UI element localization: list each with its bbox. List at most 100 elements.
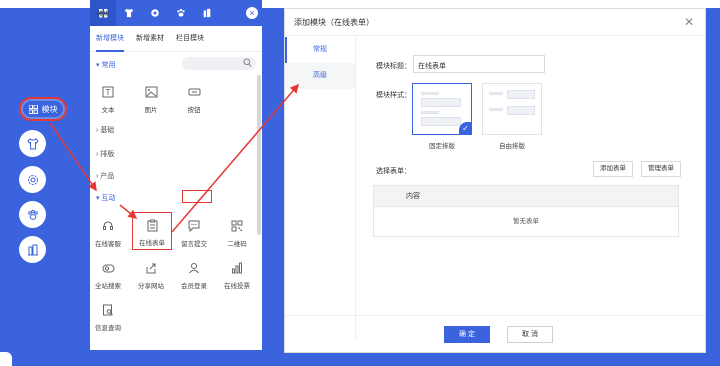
dialog-footer: 确 定 取 消 xyxy=(285,315,705,353)
qrcode-icon xyxy=(231,220,243,232)
section-product-label: 产品 xyxy=(100,173,115,180)
image-icon xyxy=(145,86,157,98)
bar-chart-icon xyxy=(232,262,242,274)
panel-tab-settings[interactable] xyxy=(142,0,168,26)
module-qrcode[interactable]: 二维码 xyxy=(217,217,257,248)
section-common[interactable]: ▾ 常用 xyxy=(96,60,115,70)
dialog-close-button[interactable]: ✕ xyxy=(684,15,694,29)
style-fixed-option[interactable]: ✓ xyxy=(412,83,472,135)
grid-icon xyxy=(28,104,38,114)
message-icon xyxy=(188,220,200,232)
style-free-option[interactable] xyxy=(482,83,542,135)
check-icon: ✓ xyxy=(459,122,472,135)
module-title-label: 模块标题： xyxy=(376,63,411,70)
module-message-submit-label: 留言提交 xyxy=(181,241,207,248)
section-basic[interactable]: › 基础 xyxy=(96,125,114,135)
module-online-form[interactable]: 在线表单 xyxy=(132,212,172,250)
shirt-icon xyxy=(26,137,39,149)
section-product[interactable]: › 产品 xyxy=(96,171,114,181)
paw-icon xyxy=(27,209,38,220)
module-button-label: 按钮 xyxy=(187,107,201,114)
module-info-query[interactable]: 信息查询 xyxy=(88,301,128,332)
button-icon xyxy=(188,88,200,96)
panel-tab-paw[interactable] xyxy=(168,0,194,26)
panel-subtabs: 新增模块 新增素材 栏目模块 xyxy=(90,26,262,52)
section-layout[interactable]: › 排版 xyxy=(96,149,114,159)
corner-widget[interactable] xyxy=(0,352,12,366)
module-site-search[interactable]: 全站搜索 xyxy=(88,259,128,290)
shirt-icon xyxy=(124,8,134,18)
panel-toolbar: 模块 × xyxy=(90,0,262,26)
panel-close-button[interactable]: × xyxy=(246,7,258,19)
manage-form-button[interactable]: 管理表单 xyxy=(641,161,681,177)
style-free-caption: 自由排版 xyxy=(499,143,525,150)
subtab-column-module[interactable]: 栏目模块 xyxy=(176,26,204,52)
module-online-service[interactable]: 在线客服 xyxy=(88,217,128,248)
style-fixed-caption: 固定排版 xyxy=(429,143,455,150)
module-message-submit[interactable]: 留言提交 xyxy=(174,217,214,248)
module-nav-button[interactable]: 模块 xyxy=(19,97,67,121)
panel-tab-module[interactable]: 模块 xyxy=(90,0,116,26)
section-common-label: 常用 xyxy=(101,62,116,69)
module-online-form-label: 在线表单 xyxy=(139,240,165,247)
panel-tab-module-label: 模块 xyxy=(96,12,109,18)
nav-building-button[interactable] xyxy=(19,236,46,263)
nav-settings-button[interactable] xyxy=(19,166,46,193)
dialog-title: 添加模块（在线表单） xyxy=(294,17,374,27)
search-icon xyxy=(243,58,252,67)
module-member-login[interactable]: 会员登录 xyxy=(174,259,214,290)
module-image[interactable]: 图片 xyxy=(131,83,171,114)
headset-icon xyxy=(103,221,113,230)
module-button[interactable]: 按钮 xyxy=(174,83,214,114)
subtab-new-material[interactable]: 新增素材 xyxy=(136,26,164,52)
tab-advanced[interactable]: 高级 xyxy=(285,63,355,89)
interactive-highlight-box xyxy=(182,190,212,203)
nav-theme-button[interactable] xyxy=(19,130,46,157)
module-image-label: 图片 xyxy=(144,107,158,114)
building-icon xyxy=(27,244,38,255)
module-search-input[interactable] xyxy=(182,57,256,70)
svg-text:T: T xyxy=(105,88,111,97)
close-icon: ✕ xyxy=(683,15,694,29)
building-icon xyxy=(203,8,211,18)
close-icon: × xyxy=(249,8,255,18)
subtab-new-module[interactable]: 新增模块 xyxy=(96,26,124,52)
gear-icon xyxy=(151,9,159,17)
panel-tab-theme[interactable] xyxy=(116,0,142,26)
module-title-input[interactable]: 在线表单 xyxy=(413,55,545,73)
tab-general[interactable]: 常规 xyxy=(285,37,355,63)
section-interactive[interactable]: ▾ 互动 xyxy=(96,193,115,203)
nav-paw-button[interactable] xyxy=(19,201,46,228)
module-online-vote[interactable]: 在线投票 xyxy=(217,259,257,290)
paw-icon xyxy=(177,8,185,17)
choose-form-label: 选择表单： xyxy=(376,168,411,175)
module-nav-label: 模块 xyxy=(41,104,58,114)
section-interactive-label: 互动 xyxy=(101,195,116,202)
panel-scrollbar[interactable] xyxy=(257,75,261,235)
table-header-content: 内容 xyxy=(374,186,678,207)
text-icon: T xyxy=(102,86,114,98)
site-search-icon xyxy=(102,264,114,272)
table-empty-text: 暂无表单 xyxy=(513,218,539,225)
module-text[interactable]: T 文本 xyxy=(88,83,128,114)
panel-tab-building[interactable] xyxy=(194,0,220,26)
module-online-service-label: 在线客服 xyxy=(95,241,121,248)
gear-icon xyxy=(27,174,38,185)
section-layout-label: 排版 xyxy=(100,151,115,158)
clipboard-icon xyxy=(147,219,157,231)
cancel-button[interactable]: 取 消 xyxy=(507,326,553,343)
add-form-button[interactable]: 添加表单 xyxy=(593,161,633,177)
user-icon xyxy=(189,263,199,274)
module-panel: 模块 × 新增模块 新增素材 栏目模块 ▾ 常用 T 文本 图片 按钮 › 基础… xyxy=(90,0,262,350)
confirm-button[interactable]: 确 定 xyxy=(444,326,490,343)
share-icon xyxy=(146,263,156,274)
module-share-site[interactable]: 分享网站 xyxy=(131,259,171,290)
dialog-side-tabs: 常规 高级 xyxy=(285,37,356,340)
module-site-search-label: 全站搜索 xyxy=(95,283,121,290)
module-online-vote-label: 在线投票 xyxy=(224,283,250,290)
module-style-label: 模块样式： xyxy=(376,92,411,99)
add-module-dialog: 添加模块（在线表单） ✕ 常规 高级 模块标题： 在线表单 模块样式： ✓ 固定… xyxy=(284,8,706,353)
module-qrcode-label: 二维码 xyxy=(227,241,247,248)
form-table: 内容 暂无表单 xyxy=(373,185,679,237)
section-basic-label: 基础 xyxy=(100,127,115,134)
